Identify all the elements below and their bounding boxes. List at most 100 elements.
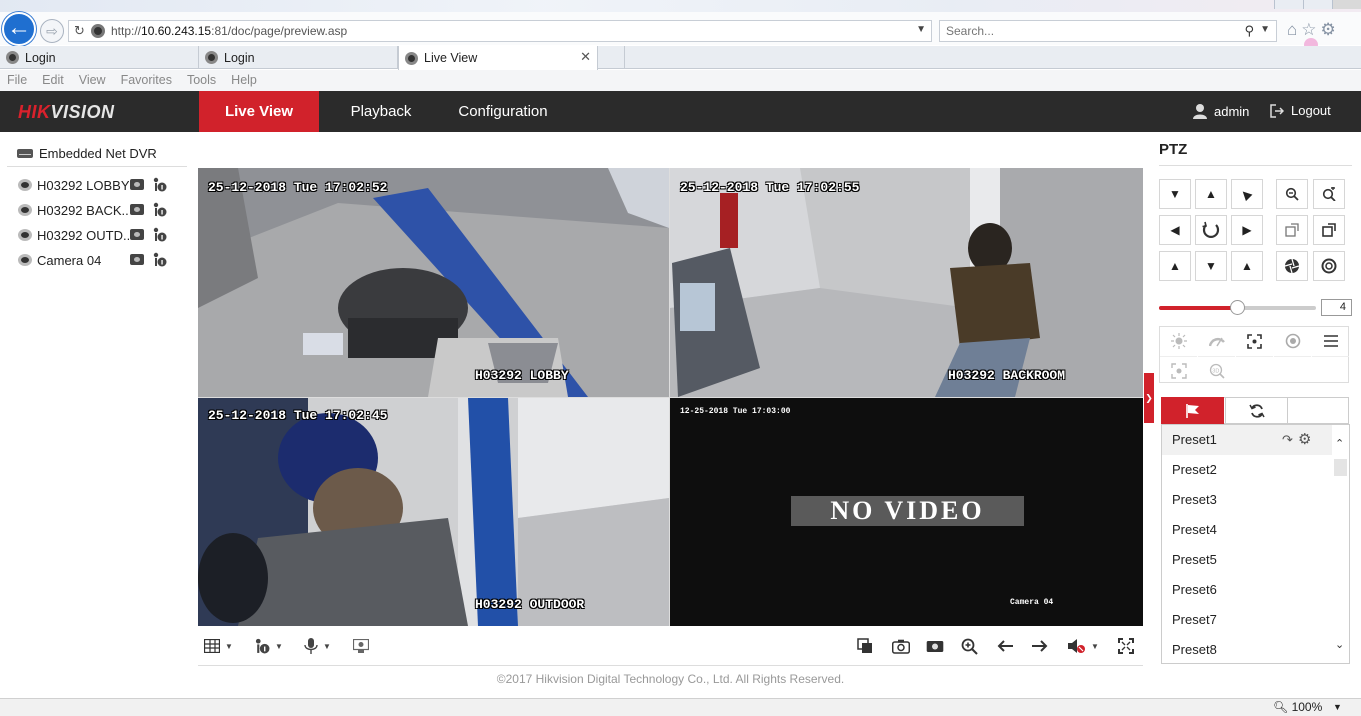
3d-positioning-button[interactable]: 3D [1198,356,1235,384]
ptz-down-left-diag-button[interactable]: ▲ [1159,251,1191,281]
zoom-in-button[interactable] [1313,179,1345,209]
ptz-down-left-button[interactable]: ▼ [1159,179,1191,209]
camera-item-3[interactable]: H03292 OUTD... [18,225,178,245]
nav-configuration[interactable]: Configuration [445,91,561,132]
multi-window-button[interactable] [857,636,873,656]
zoom-out-button[interactable] [1276,179,1308,209]
window-layout-button[interactable]: ▼ [204,636,233,656]
channel-info-icon[interactable] [152,202,167,217]
preset-item-3[interactable]: Preset3 [1162,485,1334,515]
preset-scrollbar[interactable]: ⌃ ⌄ [1332,425,1349,663]
record-icon[interactable] [130,204,144,215]
start-all-live-view-button[interactable]: ▼ [254,636,283,656]
browser-tab-live-view[interactable]: Live View ✕ [398,46,598,70]
minimize-button[interactable] [1274,0,1303,9]
settings-gear-icon[interactable]: ⚙ [1321,20,1336,40]
channel-info-icon[interactable] [152,227,167,242]
menu-tools[interactable]: Tools [187,73,216,87]
browser-tab-login-2[interactable]: Login [199,46,398,69]
wiper-button[interactable] [1198,327,1235,355]
menu-edit[interactable]: Edit [42,73,64,87]
preset-item-4[interactable]: Preset4 [1162,515,1334,545]
preset-item-6[interactable]: Preset6 [1162,575,1334,605]
search-icon[interactable]: ⚲ [1244,23,1254,39]
ptz-right-button[interactable]: ▶ [1231,215,1263,245]
back-arrow-icon[interactable]: ← [2,12,36,46]
ptz-up-right-button[interactable]: ◀ [1231,179,1263,209]
capture-button[interactable] [892,636,910,656]
browser-tab-login-1[interactable]: Login [0,46,199,69]
preset-item-5[interactable]: Preset5 [1162,545,1334,575]
gear-icon[interactable]: ⚙ [1298,425,1311,455]
maximize-button[interactable] [1303,0,1332,9]
ptz-down-button[interactable]: ▼ [1195,251,1227,281]
tab-patrol[interactable] [1225,397,1288,424]
favorites-star-icon[interactable]: ☆ [1301,20,1316,40]
chevron-up-icon[interactable]: ⌃ [1335,437,1344,450]
record-all-button[interactable] [926,636,944,656]
window-controls[interactable] [1274,0,1361,9]
ptz-auto-scan-button[interactable] [1195,215,1227,245]
iris-close-button[interactable] [1313,251,1345,281]
ptz-up-button[interactable]: ▲ [1195,179,1227,209]
video-cell-4[interactable]: 12-25-2018 Tue 17:03:00 NO VIDEO Camera … [670,398,1143,626]
new-tab-button[interactable] [598,46,625,69]
video-cell-3[interactable]: 25-12-2018 Tue 17:02:45 H03292 OUTDOOR [198,398,669,626]
menu-file[interactable]: File [7,73,27,87]
iris-open-button[interactable] [1276,251,1308,281]
url-field[interactable]: ↻ http://10.60.243.15:81/doc/page/previe… [68,20,932,42]
preset-item-7[interactable]: Preset7 [1162,605,1334,635]
ptz-left-button[interactable]: ◀ [1159,215,1191,245]
logout-button[interactable]: Logout [1270,103,1331,118]
previous-page-button[interactable] [997,636,1013,656]
camera-item-2[interactable]: H03292 BACK... [18,200,178,220]
chevron-down-icon[interactable]: ⌄ [1335,638,1344,651]
digital-zoom-button[interactable] [961,636,978,656]
video-cell-2[interactable]: 25-12-2018 Tue 17:02:55 H03292 BACKROOM [670,168,1143,397]
next-page-button[interactable] [1032,636,1048,656]
camera-item-1[interactable]: H03292 LOBBY [18,175,178,195]
tab-close-icon[interactable]: ✕ [580,49,591,65]
lens-init-button[interactable] [1274,327,1311,355]
channel-info-icon[interactable] [152,252,167,267]
search-input[interactable] [946,24,1226,38]
home-icon[interactable]: ⌂ [1287,20,1297,40]
light-button[interactable] [1160,327,1197,355]
ptz-down-right-button[interactable]: ▲ [1231,251,1263,281]
auxiliary-focus-button[interactable] [1236,327,1273,355]
digital-zoom-ptz-button[interactable] [353,636,369,656]
focus-near-button[interactable] [1276,215,1308,245]
nav-playback[interactable]: Playback [329,91,433,132]
tab-presets[interactable] [1161,397,1224,424]
preset-item-2[interactable]: Preset2 [1162,455,1334,485]
device-tree-root[interactable]: Embedded Net DVR [17,146,157,161]
audio-talk-button[interactable]: ▼ [304,636,331,656]
url-text[interactable]: http://10.60.243.15:81/doc/page/preview.… [111,24,347,38]
zoom-level[interactable]: 🔍︎ 100% [1273,700,1322,714]
preset-item-1[interactable]: Preset1 ↷ ⚙ [1162,425,1334,455]
ptz-more-menu-button[interactable] [1312,327,1349,355]
slider-handle[interactable] [1230,300,1245,315]
record-icon[interactable] [130,229,144,240]
call-preset-icon[interactable]: ↷ [1282,425,1293,455]
record-icon[interactable] [130,179,144,190]
user-menu[interactable]: admin [1192,103,1249,119]
refresh-icon[interactable]: ↻ [74,23,85,39]
channel-info-icon[interactable] [152,177,167,192]
fullscreen-button[interactable] [1118,636,1134,656]
video-cell-1[interactable]: 25-12-2018 Tue 17:02:52 H03292 LOBBY [198,168,669,397]
zoom-dropdown-icon[interactable]: ▼ [1333,702,1342,712]
forward-arrow-icon[interactable]: ⇨ [40,19,64,43]
record-icon[interactable] [130,254,144,265]
manual-tracking-button[interactable] [1160,356,1197,384]
ptz-panel-toggle[interactable]: ❯ [1144,373,1154,423]
ptz-speed-value[interactable]: 4 [1321,299,1352,316]
preset-item-8[interactable]: Preset8 [1162,635,1334,663]
menu-help[interactable]: Help [231,73,257,87]
scrollbar-thumb[interactable] [1334,459,1347,476]
focus-far-button[interactable] [1313,215,1345,245]
ptz-speed-slider[interactable] [1159,300,1316,315]
menu-view[interactable]: View [79,73,106,87]
nav-live-view[interactable]: Live View [199,91,319,132]
search-field[interactable]: ⚲ ▼ [939,20,1277,42]
